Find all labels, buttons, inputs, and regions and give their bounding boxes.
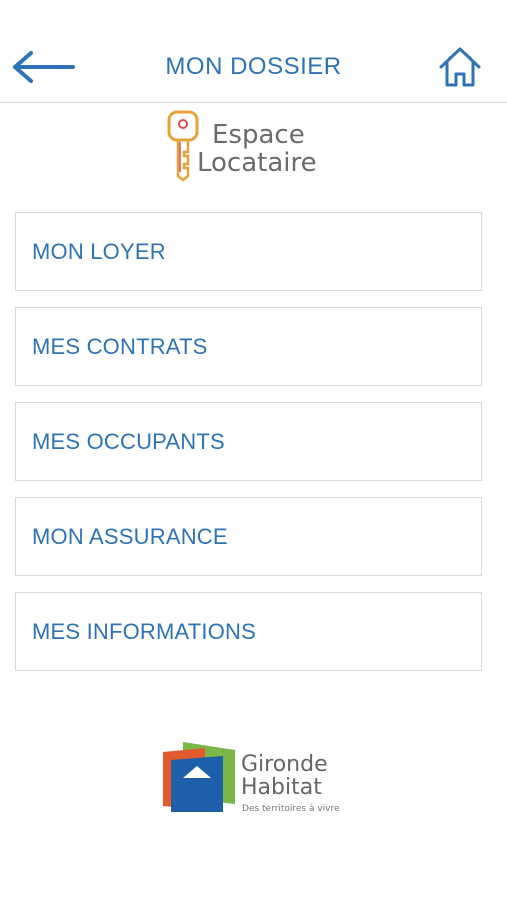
menu-item-mes-occupants[interactable]: MES OCCUPANTS [15, 402, 482, 481]
key-icon [167, 110, 199, 182]
gironde-habitat-mark-icon [163, 742, 235, 812]
gironde-habitat-logo: Gironde Habitat Des territoires à vivre [163, 742, 343, 818]
home-button[interactable] [434, 42, 486, 92]
menu-item-label: MES OCCUPANTS [32, 428, 225, 454]
gh-logo-line-1: Gironde [241, 752, 328, 777]
home-icon [439, 47, 481, 87]
logo-line-1: Espace [212, 120, 305, 150]
menu-item-label: MES CONTRATS [32, 333, 208, 359]
menu-item-mes-informations[interactable]: MES INFORMATIONS [15, 592, 482, 671]
app-header: MON DOSSIER [0, 0, 507, 103]
page-title: MON DOSSIER [165, 53, 342, 80]
logo-line-2: Locataire [197, 148, 317, 178]
gh-logo-line-2: Habitat [241, 775, 322, 800]
menu-item-mon-assurance[interactable]: MON ASSURANCE [15, 497, 482, 576]
menu-item-mon-loyer[interactable]: MON LOYER [15, 212, 482, 291]
gh-logo-tagline: Des territoires à vivre [242, 804, 340, 814]
menu-item-label: MON ASSURANCE [32, 523, 228, 549]
menu-item-label: MON LOYER [32, 238, 166, 264]
menu-item-mes-contrats[interactable]: MES CONTRATS [15, 307, 482, 386]
espace-locataire-logo: Espace Locataire [160, 110, 360, 186]
menu-item-label: MES INFORMATIONS [32, 618, 257, 644]
